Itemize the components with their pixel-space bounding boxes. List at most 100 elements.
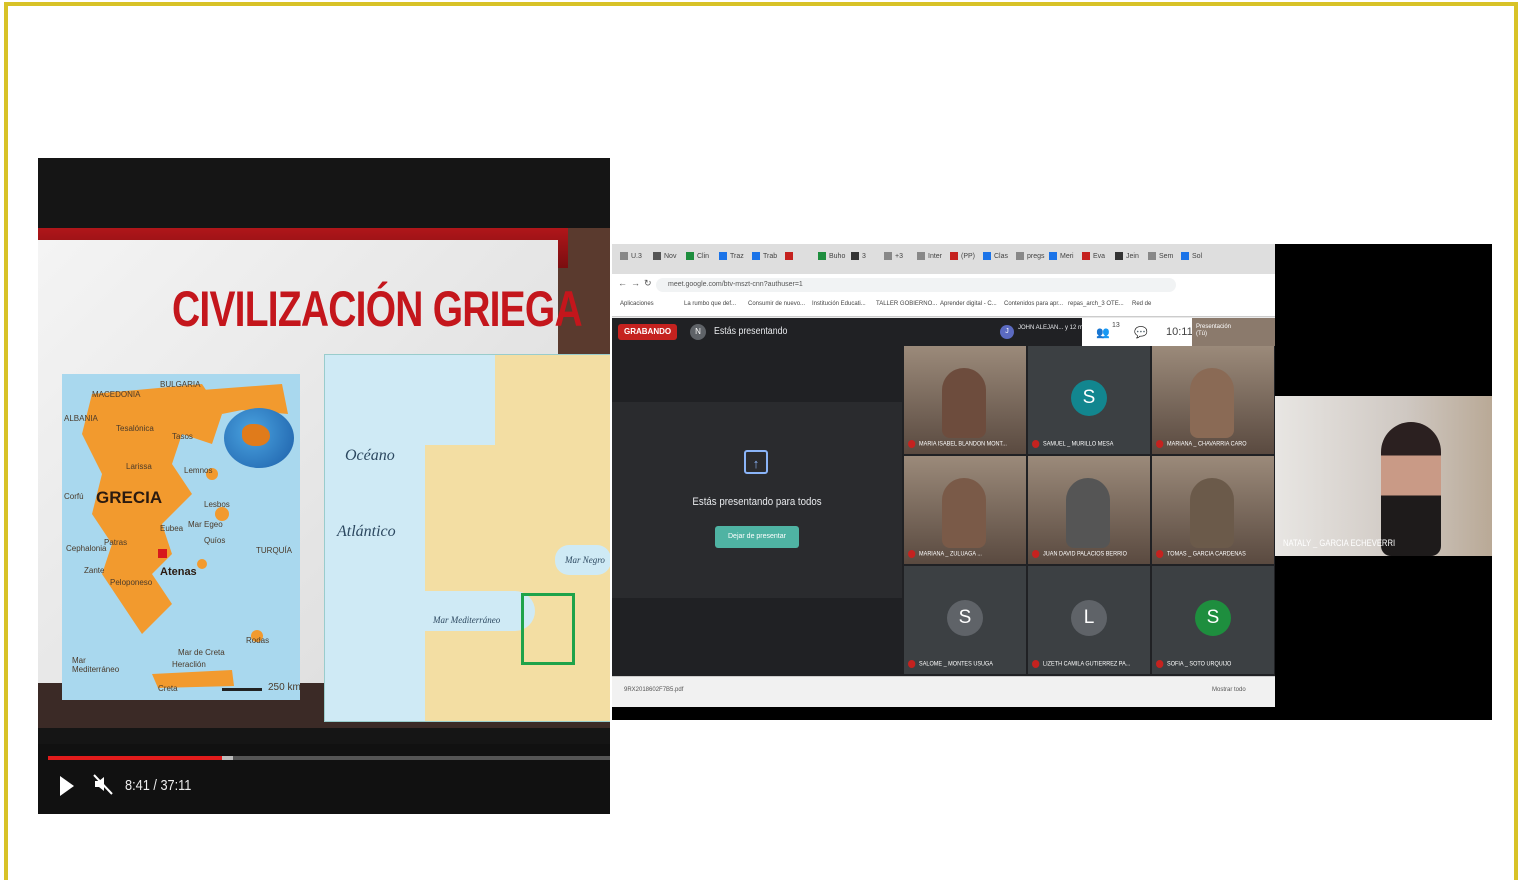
tab-favicon-icon [785,252,793,260]
presentation-stage: ↑ Estás presentando para todos Dejar de … [612,346,902,676]
bookmark-item[interactable]: TALLER GOBIERNO... [876,301,937,307]
browser-chrome: U.3 Nov Clin Traz Trab Buho 3 +3 Inter (PP) Clas pr… [612,244,1275,318]
tab-favicon-icon [719,252,727,260]
joined-indicator[interactable]: J JOHN ALEJAN... y 12 más [1000,322,1089,344]
presenting-label: Estás presentando [714,326,788,337]
map-label: Larissa [126,462,152,471]
bookmark-item[interactable]: repas_arch_3 OTE... [1068,301,1124,307]
slide: CIVILIZACIÓN GRIEGA MACEDONIA BULGARIA A… [38,228,610,728]
presenter-avatar: N [690,324,706,340]
bookmark-item[interactable]: Consumir de nuevo... [748,301,805,307]
browser-tab[interactable]: pregs [1016,252,1045,268]
bookmark-item[interactable]: Aprender digital - C... [940,301,997,307]
participant-tile[interactable]: L LIZETH CAMILA GUTIERREZ PA... [1028,566,1150,674]
bookmark-item[interactable]: Contenidos para apr... [1004,301,1063,307]
people-icon[interactable]: 👥 [1096,326,1110,339]
participant-grid: MARIA ISABEL BLANDON MONT... S SAMUEL _ MU… [902,346,1275,676]
participant-tile[interactable]: MARIANA _ CHAVARRIA CARO [1152,346,1274,454]
participant-tile[interactable]: S SOFIA _ SOTO URQUIJO [1152,566,1274,674]
tab-label: U.3 [631,252,642,260]
joined-text: JOHN ALEJAN... y 12 más [1018,325,1090,331]
participant-avatar: S [947,600,983,636]
north-sea-area [425,355,495,445]
map-label: Lesbos [204,500,230,509]
mediterranean-area [395,591,535,631]
browser-tab[interactable]: 3 [851,252,866,268]
tab-label: Traz [730,252,744,260]
participant-name: TOMAS _ GARCIA CARDENAS [1167,551,1246,558]
browser-tab[interactable]: (PP) [950,252,975,268]
mute-icon[interactable] [92,772,116,798]
map-label: Patras [104,538,128,547]
browser-tab[interactable]: Trab [752,252,777,268]
browser-tab[interactable]: Traz [719,252,744,268]
play-icon[interactable] [60,776,74,796]
participant-tile[interactable]: MARIANA _ ZULUAGA ... [904,456,1026,564]
meet-screen: U.3 Nov Clin Traz Trab Buho 3 +3 Inter (PP) Clas pr… [612,244,1492,720]
participant-name-row: SALOME _ MONTES USUGA [908,660,993,668]
map-label: Rodas [246,636,270,645]
participant-name-row: TOMAS _ GARCIA CARDENAS [1156,550,1246,558]
tab-favicon-icon [1082,252,1090,260]
mic-off-icon [1032,660,1040,668]
map-label: BULGARIA [160,380,201,389]
presenting-message: Estás presentando para todos [692,496,822,508]
bookmark-item[interactable]: Aplicaciones [620,301,654,307]
show-all-link[interactable]: Mostrar todo [1212,687,1246,693]
browser-tab[interactable]: +3 [884,252,903,268]
participant-name: MARIA ISABEL BLANDON MONT... [919,441,1007,448]
participant-tile[interactable]: TOMAS _ GARCIA CARDENAS [1152,456,1274,564]
tab-label: Eva [1093,252,1106,260]
played-bar [48,756,223,760]
participant-name: MARIANA _ ZULUAGA ... [919,551,982,558]
video-player[interactable]: CIVILIZACIÓN GRIEGA MACEDONIA BULGARIA A… [38,158,610,814]
participant-name: JUAN DAVID PALACIOS BERRIO [1043,551,1127,558]
tab-favicon-icon [884,252,892,260]
browser-tab[interactable]: Eva [1082,252,1105,268]
browser-tab[interactable]: Clin [686,252,709,268]
browser-tab[interactable]: Sem [1148,252,1173,268]
browser-tab[interactable]: Clas [983,252,1008,268]
download-file[interactable]: 9RX2018602F7B5.pdf [624,687,683,693]
self-view: Presentación (Tú) [1192,318,1275,346]
bookmark-item[interactable]: Institución Educati... [812,301,866,307]
tab-favicon-icon [851,252,859,260]
participant-tile[interactable]: JUAN DAVID PALACIOS BERRIO [1028,456,1150,564]
participant-video [942,368,986,438]
tab-favicon-icon [686,252,694,260]
url-field[interactable]: meet.google.com/btv-mszt-cnn?authuser=1 [656,278,1176,292]
scale-label: 250 km [268,682,300,693]
bookmark-item[interactable]: La rumbo que def... [684,301,736,307]
participant-tile[interactable]: S SALOME _ MONTES USUGA [904,566,1026,674]
presenting-card: ↑ Estás presentando para todos Dejar de … [612,402,902,598]
browser-tab[interactable]: Inter [917,252,942,268]
ocean-label-2: Atlántico [337,523,396,540]
teacher-name: NATALY _ GARCIA ECHEVERRI [1283,538,1396,548]
map-label: ALBANIA [64,414,98,423]
participant-avatar: S [1071,380,1107,416]
tab-label: (PP) [961,252,975,260]
nav-arrows-icon[interactable]: ←→↻ [618,278,656,289]
browser-tab[interactable] [785,252,796,268]
browser-tab[interactable]: U.3 [620,252,642,268]
bookmark-item[interactable]: Red de [1132,301,1151,307]
browser-tab[interactable]: Buho [818,252,845,268]
clock: 10:11 [1166,326,1193,338]
tab-label: Buho [829,252,846,260]
participant-tile[interactable]: S SAMUEL _ MURILLO MESA [1028,346,1150,454]
participant-name-row: JUAN DAVID PALACIOS BERRIO [1032,550,1127,558]
browser-tab[interactable]: Jein [1115,252,1139,268]
participant-name-row: SOFIA _ SOTO URQUIJO [1156,660,1231,668]
mic-off-icon [1156,440,1164,448]
player-controls: 8:41 / 37:11 [38,744,610,814]
browser-tab[interactable]: Nov [653,252,676,268]
map-label: Peloponeso [110,578,153,587]
participant-tile[interactable]: MARIA ISABEL BLANDON MONT... [904,346,1026,454]
participant-video [1190,368,1234,438]
chat-icon[interactable]: 💬 [1134,326,1148,339]
browser-tab[interactable]: Sol [1181,252,1202,268]
progress-bar[interactable] [48,756,610,760]
browser-tab[interactable]: Meri [1049,252,1074,268]
participant-avatar: S [1195,600,1231,636]
stop-presenting-button[interactable]: Dejar de presentar [715,526,799,548]
